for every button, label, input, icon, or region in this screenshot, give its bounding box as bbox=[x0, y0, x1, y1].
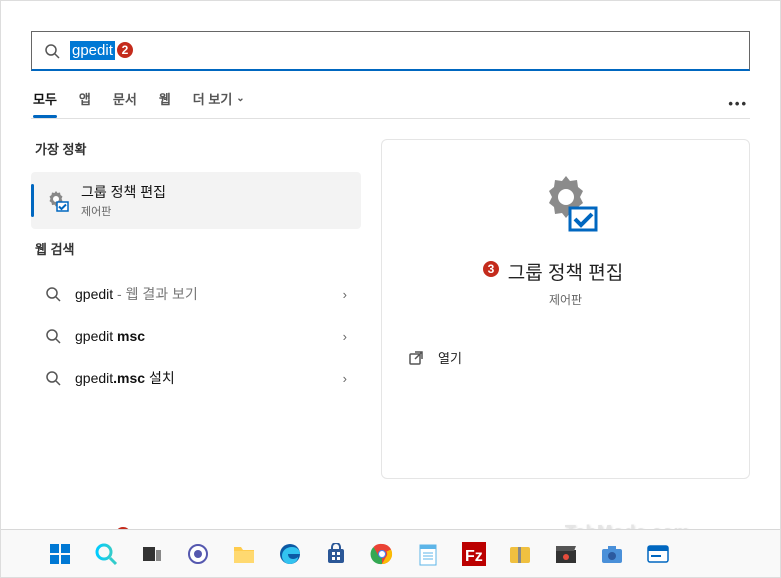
store-icon bbox=[325, 543, 347, 565]
search-input[interactable]: gpedit bbox=[31, 31, 750, 71]
preview-title: 그룹 정책 편집 bbox=[402, 258, 729, 285]
taskview-icon bbox=[141, 543, 163, 565]
filter-tabs: 모두 앱 문서 웹 더 보기 ⌄ ••• bbox=[1, 71, 780, 118]
clapper-icon bbox=[554, 543, 578, 565]
annotation-badge-2: 2 bbox=[115, 40, 135, 60]
run-dialog[interactable] bbox=[639, 535, 677, 573]
search-query-highlight: gpedit bbox=[70, 41, 115, 60]
filezilla-icon: Fz bbox=[462, 542, 486, 566]
search-icon bbox=[44, 43, 60, 59]
open-action[interactable]: 열기 bbox=[402, 338, 729, 377]
svg-text:Fz: Fz bbox=[465, 548, 483, 565]
windows-icon bbox=[48, 542, 72, 566]
file-explorer[interactable] bbox=[225, 535, 263, 573]
edge[interactable] bbox=[271, 535, 309, 573]
web-result-3[interactable]: gpedit.msc 설치 › bbox=[31, 356, 361, 400]
chrome[interactable] bbox=[363, 535, 401, 573]
results-panel: 가장 정확 그룹 정책 편집 제어판 웹 검색 gpedit - 웹 결과 보기… bbox=[31, 139, 361, 479]
result-title: 그룹 정책 편집 bbox=[81, 182, 349, 202]
search-icon bbox=[45, 370, 61, 386]
web-result-text: gpedit msc bbox=[75, 328, 343, 344]
result-subtitle: 제어판 bbox=[81, 203, 349, 219]
chevron-down-icon: ⌄ bbox=[236, 93, 244, 104]
taskbar-search[interactable] bbox=[87, 535, 125, 573]
chevron-right-icon: › bbox=[343, 287, 347, 302]
divider bbox=[31, 118, 750, 119]
web-result-1[interactable]: gpedit - 웹 결과 보기 › bbox=[31, 272, 361, 316]
result-group-policy[interactable]: 그룹 정책 편집 제어판 bbox=[31, 172, 361, 229]
camera-app[interactable] bbox=[593, 535, 631, 573]
web-result-text: gpedit.msc 설치 bbox=[75, 368, 343, 388]
tab-more-label: 더 보기 bbox=[193, 89, 233, 108]
web-result-text: gpedit - 웹 결과 보기 bbox=[75, 284, 343, 304]
folder-zip-icon bbox=[508, 543, 532, 565]
tab-docs[interactable]: 문서 bbox=[113, 89, 137, 118]
notepad[interactable] bbox=[409, 535, 447, 573]
preview-panel: 그룹 정책 편집 제어판 열기 bbox=[381, 139, 750, 479]
search-icon bbox=[93, 541, 119, 567]
tab-more[interactable]: 더 보기 ⌄ bbox=[193, 89, 245, 118]
gear-check-icon-large bbox=[402, 170, 729, 238]
app-yellow[interactable] bbox=[501, 535, 539, 573]
task-view[interactable] bbox=[133, 535, 171, 573]
filezilla[interactable]: Fz bbox=[455, 535, 493, 573]
tab-apps[interactable]: 앱 bbox=[79, 89, 91, 118]
chrome-icon bbox=[370, 542, 394, 566]
chat-icon bbox=[187, 543, 209, 565]
run-icon bbox=[646, 544, 670, 564]
preview-subtitle: 제어판 bbox=[402, 291, 729, 308]
search-icon bbox=[45, 328, 61, 344]
open-external-icon bbox=[408, 350, 424, 366]
folder-icon bbox=[232, 543, 256, 565]
open-label: 열기 bbox=[438, 348, 462, 367]
camera-icon bbox=[600, 543, 624, 565]
search-icon bbox=[45, 286, 61, 302]
web-result-2[interactable]: gpedit msc › bbox=[31, 316, 361, 356]
chevron-right-icon: › bbox=[343, 329, 347, 344]
tab-all[interactable]: 모두 bbox=[33, 89, 57, 118]
taskbar: Fz bbox=[1, 529, 780, 577]
start-button[interactable] bbox=[41, 535, 79, 573]
gear-check-icon bbox=[43, 188, 69, 214]
movie-app[interactable] bbox=[547, 535, 585, 573]
chat[interactable] bbox=[179, 535, 217, 573]
annotation-badge-3: 3 bbox=[481, 259, 501, 279]
section-web-search: 웹 검색 bbox=[31, 239, 361, 258]
notepad-icon bbox=[417, 542, 439, 566]
tab-web[interactable]: 웹 bbox=[159, 89, 171, 118]
more-options-button[interactable]: ••• bbox=[728, 96, 748, 111]
chevron-right-icon: › bbox=[343, 371, 347, 386]
edge-icon bbox=[278, 542, 302, 566]
section-best-match: 가장 정확 bbox=[31, 139, 361, 158]
store[interactable] bbox=[317, 535, 355, 573]
